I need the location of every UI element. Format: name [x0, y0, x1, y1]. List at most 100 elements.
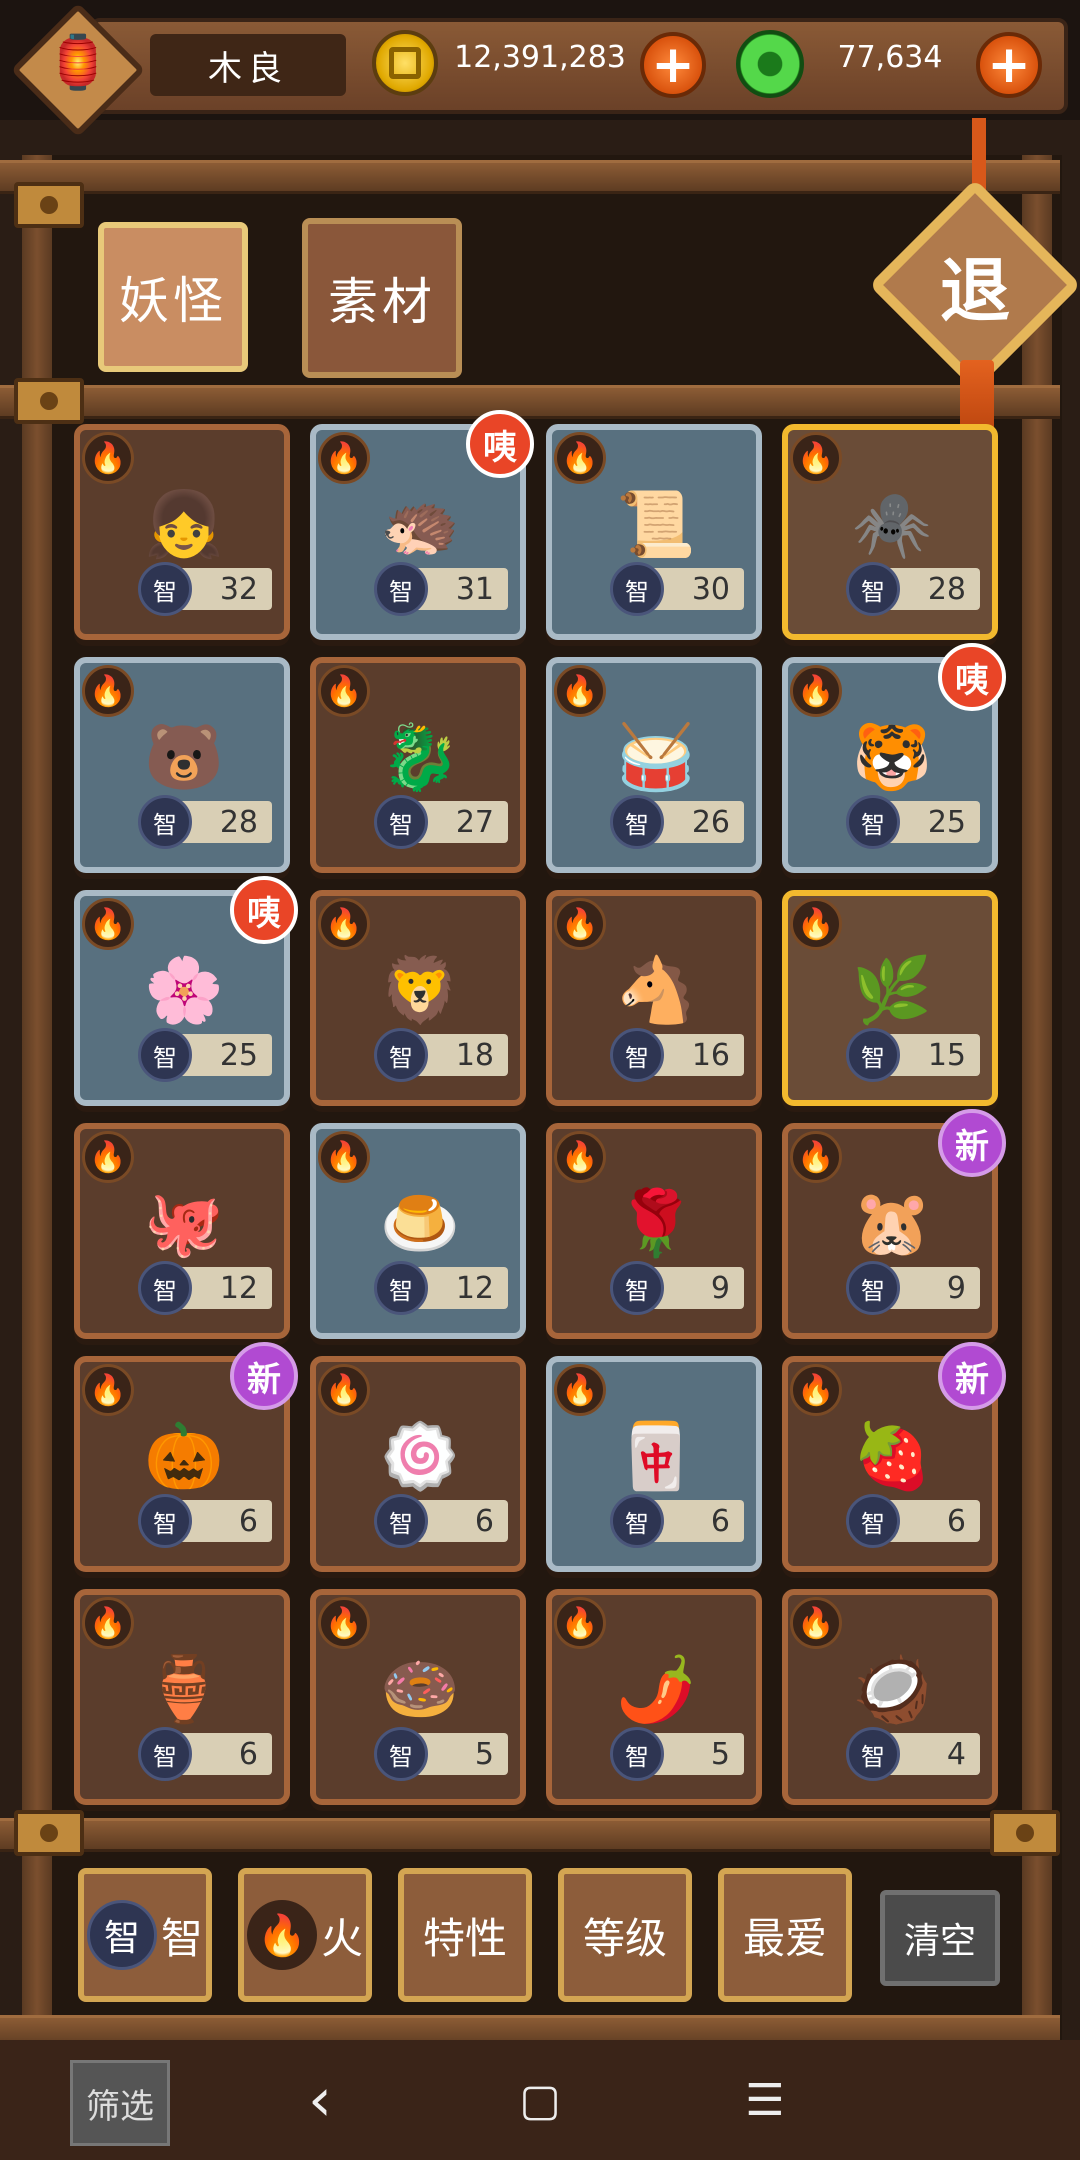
monster-portrait: 🀄: [616, 1419, 696, 1494]
fire-element-icon: 🔥: [790, 665, 842, 717]
bracket: [14, 182, 84, 228]
monster-card[interactable]: 🔥 📜 30 智: [546, 424, 762, 640]
monster-card[interactable]: 🔥 🏺 6 智: [74, 1589, 290, 1805]
filter-trait-button[interactable]: 特性: [398, 1868, 532, 2002]
monster-card[interactable]: 🔥 🌹 9 智: [546, 1123, 762, 1339]
alert-badge: 咦: [230, 876, 298, 944]
fire-element-icon: 🔥: [82, 898, 134, 950]
clear-filters-button[interactable]: 清空: [880, 1890, 1000, 1986]
monster-card[interactable]: 🔥 🌶️ 5 智: [546, 1589, 762, 1805]
add-jade-button[interactable]: +: [976, 32, 1042, 98]
monster-portrait: 🌶️: [616, 1652, 696, 1727]
player-name: 木良: [150, 34, 346, 96]
filter-intelligence-button[interactable]: 智 智: [78, 1868, 212, 2002]
menu-icon[interactable]: ☰: [730, 2070, 800, 2130]
monster-card[interactable]: 🔥 🐻 28 智: [74, 657, 290, 873]
intelligence-icon: 智: [610, 795, 664, 849]
monster-card[interactable]: 🔥 🦁 18 智: [310, 890, 526, 1106]
right-post: [1022, 155, 1052, 2045]
monster-card[interactable]: 🔥 🐹 9 智新: [782, 1109, 1006, 1339]
monster-portrait: 🐻: [144, 720, 224, 795]
bracket: [14, 1810, 84, 1856]
left-post: [22, 155, 52, 2045]
monster-portrait: 🍮: [380, 1186, 460, 1261]
fire-element-icon: 🔥: [554, 1131, 606, 1183]
monster-portrait: 🐉: [380, 720, 460, 795]
intelligence-icon: 智: [374, 1261, 428, 1315]
monster-portrait: 🎃: [144, 1419, 224, 1494]
monster-card[interactable]: 🔥 🍮 12 智: [310, 1123, 526, 1339]
top-bar: 🏮 木良 12,391,283 + 77,634 +: [0, 0, 1080, 138]
fire-element-icon: 🔥: [790, 1597, 842, 1649]
intelligence-icon: 智: [846, 1494, 900, 1548]
back-icon[interactable]: ‹: [285, 2065, 355, 2135]
home-icon[interactable]: ▢: [505, 2070, 575, 2130]
intelligence-icon: 智: [846, 1261, 900, 1315]
intelligence-icon: 智: [610, 1261, 664, 1315]
monster-card[interactable]: 🔥 🍓 6 智新: [782, 1342, 1006, 1572]
monster-card[interactable]: 🔥 🌸 25 智咦: [74, 876, 298, 1106]
screen-filter-button[interactable]: 筛选: [70, 2060, 170, 2146]
lower-beam: [0, 1818, 1060, 1852]
intelligence-icon: 智: [374, 1028, 428, 1082]
filter-favorite-button[interactable]: 最爱: [718, 1868, 852, 2002]
monster-card[interactable]: 🔥 🦔 31 智咦: [310, 410, 534, 640]
fire-element-icon: 🔥: [82, 1597, 134, 1649]
filter-fire-button[interactable]: 🔥 火: [238, 1868, 372, 2002]
coin-icon: [372, 30, 438, 96]
monster-card[interactable]: 🔥 🥁 26 智: [546, 657, 762, 873]
tab-materials[interactable]: 素材: [302, 218, 462, 378]
monster-card[interactable]: 🔥 🀄 6 智: [546, 1356, 762, 1572]
intelligence-icon: 智: [374, 1494, 428, 1548]
system-nav-bar: 筛选 ‹ ▢ ☰: [0, 2040, 1080, 2160]
monster-card[interactable]: 🔥 🎃 6 智新: [74, 1342, 298, 1572]
monster-card[interactable]: 🔥 🐯 25 智咦: [782, 643, 1006, 873]
avatar-lantern-icon[interactable]: 🏮: [26, 10, 130, 114]
filter-label: 智: [160, 1913, 203, 1963]
intelligence-icon: 智: [138, 1494, 192, 1548]
intelligence-icon: 智: [610, 1494, 664, 1548]
monster-portrait: 🥁: [616, 720, 696, 795]
intelligence-icon: 智: [374, 795, 428, 849]
jade-icon: [736, 30, 804, 98]
fire-element-icon: 🔥: [554, 1364, 606, 1416]
intelligence-icon: 智: [846, 1028, 900, 1082]
monster-portrait: 🦁: [380, 953, 460, 1028]
fire-element-icon: 🔥: [318, 898, 370, 950]
monster-portrait: 🌸: [144, 953, 224, 1028]
jade-count: 77,634: [837, 40, 943, 75]
fire-element-icon: 🔥: [82, 432, 134, 484]
monster-portrait: 👧: [144, 487, 224, 562]
coin-count: 12,391,283: [454, 40, 626, 75]
intelligence-icon: 智: [846, 795, 900, 849]
fire-element-icon: 🔥: [318, 665, 370, 717]
intelligence-icon: 智: [610, 1727, 664, 1781]
fire-icon: 🔥: [246, 1900, 317, 1970]
fire-element-icon: 🔥: [318, 432, 370, 484]
monster-card[interactable]: 🔥 🍩 5 智: [310, 1589, 526, 1805]
fire-element-icon: 🔥: [318, 1131, 370, 1183]
filter-level-button[interactable]: 等级: [558, 1868, 692, 2002]
monster-portrait: 🦔: [380, 487, 460, 562]
monster-card[interactable]: 🔥 👧 32 智: [74, 424, 290, 640]
fire-element-icon: 🔥: [318, 1597, 370, 1649]
intelligence-icon: 智: [374, 1727, 428, 1781]
monster-card[interactable]: 🔥 🥥 4 智: [782, 1589, 998, 1805]
bracket: [14, 378, 84, 424]
top-beam: [0, 160, 1060, 194]
monster-card[interactable]: 🔥 🍥 6 智: [310, 1356, 526, 1572]
tab-monsters[interactable]: 妖怪: [98, 222, 248, 372]
intelligence-icon: 智: [374, 562, 428, 616]
monster-card[interactable]: 🔥 🐙 12 智: [74, 1123, 290, 1339]
monster-portrait: 📜: [616, 487, 696, 562]
monster-card[interactable]: 🔥 🌿 15 智: [782, 890, 998, 1106]
monster-card[interactable]: 🔥 🐴 16 智: [546, 890, 762, 1106]
alert-badge: 咦: [466, 410, 534, 478]
monster-card[interactable]: 🔥 🕷️ 28 智: [782, 424, 998, 640]
monster-card[interactable]: 🔥 🐉 27 智: [310, 657, 526, 873]
fire-element-icon: 🔥: [82, 1131, 134, 1183]
monster-portrait: 🌹: [616, 1186, 696, 1261]
exit-label[interactable]: 退: [900, 235, 1050, 335]
monster-portrait: 🍓: [852, 1419, 932, 1494]
add-coins-button[interactable]: +: [640, 32, 706, 98]
